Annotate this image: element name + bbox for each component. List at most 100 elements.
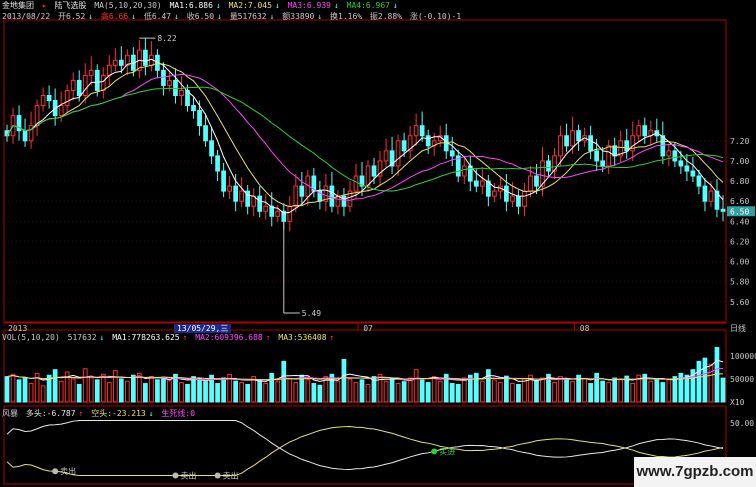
ma2-value: MA2:7.045 (228, 1, 272, 10)
volume-bar (510, 383, 515, 403)
volume-bar (485, 369, 491, 403)
volume-tick-label: 50000 (730, 375, 754, 384)
candle-body (287, 205, 293, 222)
volume-bar (461, 377, 467, 403)
candle-body (425, 135, 431, 147)
volume-bar (221, 377, 226, 403)
ma1-value: MA1:6.886 (169, 1, 213, 10)
indicator-tick-label: 50.00 (730, 419, 754, 428)
volume-bar (143, 383, 148, 403)
ma30-line (6, 86, 724, 192)
price-tick-label: 5.60 (730, 298, 749, 307)
candle-body (696, 175, 702, 187)
price-tick-label: 6.00 (730, 258, 749, 267)
candle-body (491, 190, 497, 197)
close-price: 收6.50 (186, 12, 215, 21)
chart-header-line1: 金地集团 ▸ 陆飞选股 MA(5,10,20,30) MA1:6.886 ↓ MA… (2, 1, 398, 10)
watermark: www.7gpzb.com (634, 457, 756, 487)
volume-bar (124, 380, 130, 403)
volume-bar (167, 380, 172, 403)
candle-body (395, 140, 401, 167)
volume-bar (76, 383, 82, 403)
volume-bar (52, 369, 58, 403)
volume-bar (203, 381, 208, 403)
candle-body (546, 160, 551, 172)
candle-body (203, 125, 208, 142)
volume-bar (516, 383, 521, 403)
volume-bar (257, 379, 263, 403)
volume-bar (341, 359, 347, 403)
bar-date: 2013/08/22 (2, 12, 51, 21)
volume-bar (100, 373, 106, 403)
volume-bar (449, 383, 455, 403)
candle-body (70, 79, 76, 91)
volume-bar (16, 379, 22, 403)
volume-bar (534, 380, 539, 403)
volume-bar (612, 377, 618, 403)
indicator-name[interactable]: 陆飞选股 (54, 1, 86, 10)
price-tick-label: 6.20 (730, 237, 749, 246)
axes-labels: 7.20 7.00 6.80 6.60 6.40 6.20 6.00 5.80 5.60 6.50… (8, 34, 756, 428)
volume-bar (377, 373, 383, 403)
volume-bar (618, 379, 624, 403)
candle-body (161, 69, 166, 86)
volume-bar (161, 377, 166, 403)
price-tick-label: 7.20 (730, 137, 749, 146)
volume-bar (660, 382, 666, 403)
candle-body (58, 105, 64, 117)
volume-bar (239, 382, 245, 403)
volume-bar (708, 363, 714, 403)
volume-bar (570, 381, 575, 403)
candle-body (720, 208, 726, 212)
candle-body (534, 175, 539, 187)
candle-body (678, 160, 684, 167)
amplitude-value: 振2.88% (369, 12, 403, 21)
volume-bar (365, 383, 371, 403)
candle-body (449, 150, 455, 157)
indicator-header: 风暴 多头:-6.787 ↑ 空头:-23.213 ↓ 生死线:0 (2, 409, 196, 418)
volume-bar (407, 377, 413, 403)
candlestick-series[interactable] (4, 38, 726, 232)
volume-bar (654, 378, 660, 403)
candle-body (504, 185, 509, 202)
ma-params: MA(5,10,20,30) (94, 1, 162, 10)
price-tick-label: 5.80 (730, 278, 749, 287)
volume-bar (22, 377, 28, 403)
stock-name[interactable]: 金地集团 (2, 1, 34, 10)
candle-body (167, 79, 172, 86)
candle-body (215, 155, 220, 172)
candle-body (702, 185, 708, 202)
volume-bar (94, 379, 100, 403)
candle-body (275, 210, 281, 217)
candle-body (371, 165, 377, 177)
candle-body (516, 195, 521, 207)
candle-body (564, 135, 569, 147)
volume-bar (437, 380, 443, 403)
candle-body (209, 140, 214, 157)
volume-bar (197, 378, 202, 403)
candle-body (341, 195, 347, 207)
volume-bar (473, 372, 479, 403)
volume-bar (263, 383, 269, 403)
candle-body (383, 150, 389, 162)
candle-body (197, 110, 202, 127)
volume-bar (582, 378, 587, 403)
candle-body (642, 125, 648, 137)
volume-bar (389, 378, 395, 403)
candle-body (88, 69, 94, 76)
low-price: 低6.47 (143, 12, 172, 21)
candle-body (221, 170, 226, 192)
volume-ma3: MA3:536408 (278, 333, 327, 342)
candle-body (239, 190, 245, 202)
volume-bar (455, 383, 461, 403)
date-tick-label: 2013 (8, 324, 27, 333)
volume-bar (413, 369, 419, 403)
volume-bar (353, 382, 359, 403)
volume-bars[interactable] (4, 347, 726, 403)
candle-body (570, 130, 575, 147)
volume-bar (498, 382, 503, 403)
price-tick-label: 6.60 (730, 197, 749, 206)
chart-header-line2: 2013/08/22 开6.52 ↓ 高6.66 ↓ 低6.47 ↓ 收6.50 ↓ 量… (2, 12, 462, 21)
volume-bar (504, 375, 509, 403)
volume-bar (479, 380, 485, 403)
